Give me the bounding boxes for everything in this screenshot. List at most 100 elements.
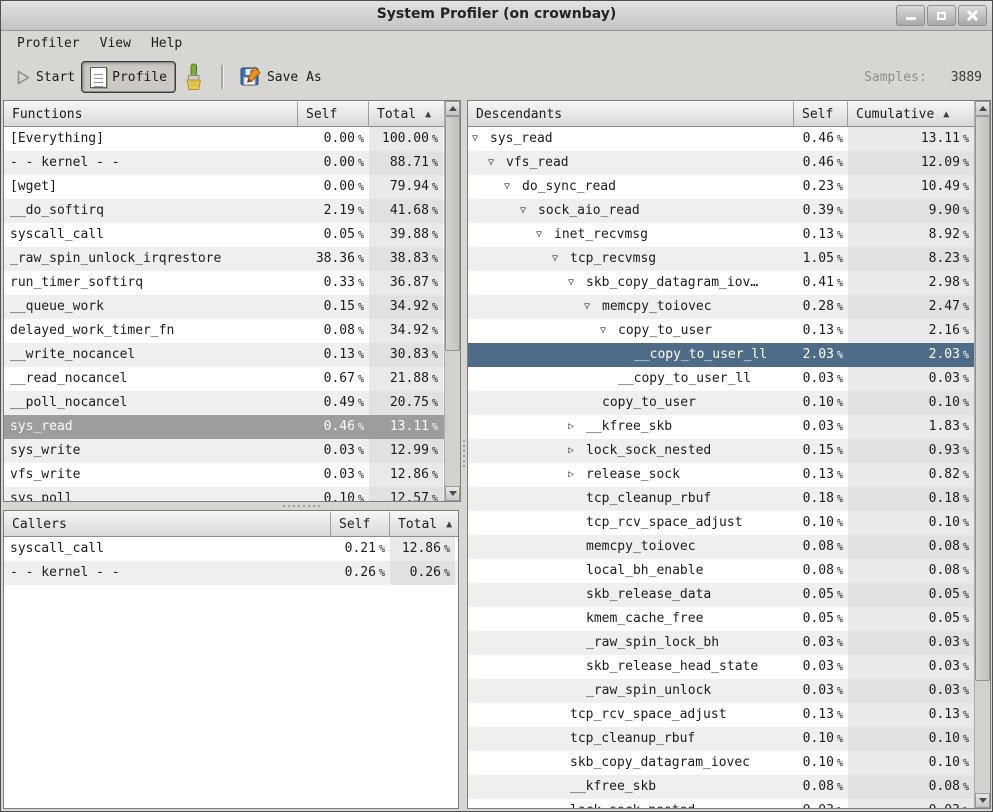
descendants-scrollbar[interactable] bbox=[974, 101, 990, 808]
table-row[interactable]: __write_nocancel0.13%30.83% bbox=[4, 343, 444, 367]
expander-closed-icon[interactable]: ▷ bbox=[568, 463, 586, 487]
tree-row[interactable]: ▽inet_recvmsg0.13%8.92% bbox=[468, 223, 974, 247]
function-name-cell: skb_release_data bbox=[468, 583, 794, 607]
expander-closed-icon[interactable]: ▷ bbox=[568, 439, 586, 463]
expander-open-icon[interactable]: ▽ bbox=[568, 271, 586, 295]
cumulative-value-cell: 0.08% bbox=[848, 775, 974, 799]
scroll-down-button[interactable] bbox=[445, 486, 460, 501]
table-row[interactable]: vfs_write0.03%12.86% bbox=[4, 463, 444, 487]
percent-unit: % bbox=[432, 326, 438, 337]
expander-open-icon[interactable]: ▽ bbox=[536, 223, 554, 247]
start-button[interactable]: Start bbox=[9, 62, 82, 92]
scroll-up-button[interactable] bbox=[445, 101, 460, 116]
table-row[interactable]: [Everything]0.00%100.00% bbox=[4, 127, 444, 151]
table-row[interactable]: sys_poll0.10%12.57% bbox=[4, 487, 444, 501]
expander-closed-icon[interactable]: ▷ bbox=[568, 415, 586, 439]
table-row[interactable]: __queue_work0.15%34.92% bbox=[4, 295, 444, 319]
scroll-up-button[interactable] bbox=[975, 101, 990, 116]
tree-row[interactable]: ▽do_sync_read0.23%10.49% bbox=[468, 175, 974, 199]
table-row[interactable]: _raw_spin_unlock_irqrestore38.36%38.83% bbox=[4, 247, 444, 271]
total-column-header[interactable]: Total▲ bbox=[390, 511, 458, 537]
tree-row[interactable]: ▽vfs_read0.46%12.09% bbox=[468, 151, 974, 175]
percent-unit: % bbox=[837, 350, 843, 361]
titlebar[interactable]: System Profiler (on crownbay) bbox=[1, 1, 992, 31]
expander-open-icon[interactable]: ▽ bbox=[504, 175, 522, 199]
tree-row[interactable]: _raw_spin_lock_bh0.03%0.03% bbox=[468, 631, 974, 655]
functions-scrollbar[interactable] bbox=[444, 101, 460, 501]
tree-row[interactable]: skb_copy_datagram_iovec0.10%0.10% bbox=[468, 751, 974, 775]
expander-open-icon[interactable]: ▽ bbox=[552, 247, 570, 271]
table-row[interactable]: - - kernel - -0.00%88.71% bbox=[4, 151, 444, 175]
descendants-column-header[interactable]: Descendants bbox=[468, 101, 794, 127]
tree-row[interactable]: ▽sys_read0.46%13.11% bbox=[468, 127, 974, 151]
profile-toggle-button[interactable]: Profile bbox=[82, 62, 175, 92]
self-column-header[interactable]: Self bbox=[298, 101, 369, 127]
tree-row[interactable]: ▽sock_aio_read0.39%9.90% bbox=[468, 199, 974, 223]
table-row[interactable]: - - kernel - -0.26%0.26% bbox=[4, 561, 458, 585]
table-row[interactable]: sys_read0.46%13.11% bbox=[4, 415, 444, 439]
maximize-button[interactable] bbox=[927, 5, 956, 26]
tree-row[interactable]: ▽memcpy_toiovec0.28%2.47% bbox=[468, 295, 974, 319]
table-row[interactable]: syscall_call0.05%39.88% bbox=[4, 223, 444, 247]
table-row[interactable]: sys_write0.03%12.99% bbox=[4, 439, 444, 463]
table-row[interactable]: delayed_work_timer_fn0.08%34.92% bbox=[4, 319, 444, 343]
tree-row[interactable]: __kfree_skb0.08%0.08% bbox=[468, 775, 974, 799]
tree-row[interactable]: __copy_to_user_ll2.03%2.03% bbox=[468, 343, 974, 367]
table-row[interactable]: syscall_call0.21%12.86% bbox=[4, 537, 458, 561]
total-column-header[interactable]: Total▲ bbox=[369, 101, 444, 127]
percent-unit: % bbox=[358, 302, 364, 313]
callers-column-header[interactable]: Callers bbox=[4, 511, 331, 537]
tree-row[interactable]: tcp_cleanup_rbuf0.18%0.18% bbox=[468, 487, 974, 511]
self-column-header[interactable]: Self bbox=[794, 101, 848, 127]
cumulative-column-header[interactable]: Cumulative▲ bbox=[848, 101, 974, 127]
tree-row[interactable]: ▷__kfree_skb0.03%1.83% bbox=[468, 415, 974, 439]
menu-profiler[interactable]: Profiler bbox=[7, 33, 90, 54]
close-icon bbox=[967, 10, 978, 21]
tree-row[interactable]: lock_sock_nested0.03%0.03% bbox=[468, 799, 974, 808]
tree-row[interactable]: __copy_to_user_ll0.03%0.03% bbox=[468, 367, 974, 391]
tree-row[interactable]: skb_release_data0.05%0.05% bbox=[468, 583, 974, 607]
table-row[interactable]: __poll_nocancel0.49%20.75% bbox=[4, 391, 444, 415]
table-row[interactable]: [wget]0.00%79.94% bbox=[4, 175, 444, 199]
table-row[interactable]: __read_nocancel0.67%21.88% bbox=[4, 367, 444, 391]
expander-open-icon[interactable]: ▽ bbox=[600, 319, 618, 343]
tree-row[interactable]: ▷lock_sock_nested0.15%0.93% bbox=[468, 439, 974, 463]
tree-row[interactable]: ▽copy_to_user0.13%2.16% bbox=[468, 319, 974, 343]
tree-row[interactable]: ▽skb_copy_datagram_iov…0.41%2.98% bbox=[468, 271, 974, 295]
function-name-label: skb_copy_datagram_iov… bbox=[586, 271, 758, 295]
menu-view[interactable]: View bbox=[90, 33, 141, 54]
scrollbar-thumb[interactable] bbox=[445, 116, 460, 351]
tree-row[interactable]: local_bh_enable0.08%0.08% bbox=[468, 559, 974, 583]
cumulative-value-cell: 0.10% bbox=[848, 751, 974, 775]
table-row[interactable]: run_timer_softirq0.33%36.87% bbox=[4, 271, 444, 295]
functions-panel: Functions Self Total▲ [Everything]0.00%1… bbox=[3, 100, 461, 502]
expander-open-icon[interactable]: ▽ bbox=[488, 151, 506, 175]
reset-button[interactable] bbox=[175, 62, 212, 92]
tree-row[interactable]: ▷release_sock0.13%0.82% bbox=[468, 463, 974, 487]
scroll-down-button[interactable] bbox=[975, 793, 990, 808]
menu-help[interactable]: Help bbox=[141, 33, 192, 54]
tree-row[interactable]: memcpy_toiovec0.08%0.08% bbox=[468, 535, 974, 559]
tree-row[interactable]: tcp_rcv_space_adjust0.10%0.10% bbox=[468, 511, 974, 535]
tree-row[interactable]: skb_release_head_state0.03%0.03% bbox=[468, 655, 974, 679]
expander-open-icon[interactable]: ▽ bbox=[520, 199, 538, 223]
scrollbar-thumb[interactable] bbox=[975, 116, 990, 681]
self-value-cell: 0.46% bbox=[794, 127, 848, 151]
expander-open-icon[interactable]: ▽ bbox=[584, 295, 602, 319]
tree-row[interactable]: copy_to_user0.10%0.10% bbox=[468, 391, 974, 415]
self-column-header[interactable]: Self bbox=[331, 511, 390, 537]
save-as-button[interactable]: Save As bbox=[233, 62, 329, 92]
tree-row[interactable]: ▽tcp_recvmsg1.05%8.23% bbox=[468, 247, 974, 271]
horizontal-splitter[interactable] bbox=[3, 502, 461, 510]
cumulative-value-cell: 0.03% bbox=[848, 799, 974, 808]
tree-row[interactable]: kmem_cache_free0.05%0.05% bbox=[468, 607, 974, 631]
tree-row[interactable]: tcp_rcv_space_adjust0.13%0.13% bbox=[468, 703, 974, 727]
tree-row[interactable]: tcp_cleanup_rbuf0.10%0.10% bbox=[468, 727, 974, 751]
close-button[interactable] bbox=[958, 5, 987, 26]
functions-column-header[interactable]: Functions bbox=[4, 101, 298, 127]
table-row[interactable]: __do_softirq2.19%41.68% bbox=[4, 199, 444, 223]
tree-row[interactable]: _raw_spin_unlock0.03%0.03% bbox=[468, 679, 974, 703]
expander-open-icon[interactable]: ▽ bbox=[472, 127, 490, 151]
minimize-button[interactable] bbox=[896, 5, 925, 26]
function-name-label: __kfree_skb bbox=[586, 415, 672, 439]
